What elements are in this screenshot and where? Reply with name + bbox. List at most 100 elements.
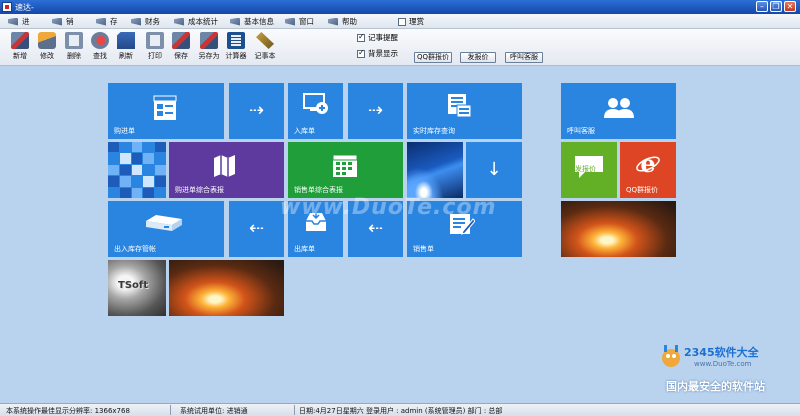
purchase-tile[interactable]: 购进单 [108, 83, 224, 139]
menu-purchase[interactable]: 进 [8, 16, 30, 27]
notepad-button[interactable]: 记事本 [251, 31, 279, 64]
new-button[interactable]: 新增 [6, 31, 34, 64]
toolbar: 新增 修改 删除 查找 刷新 打印 保存 另存为 计算器 记事本 记事提醒 背景… [0, 29, 800, 66]
send-quote-tile[interactable]: 发报价 [561, 142, 617, 198]
tile-label: 发报价 [575, 165, 596, 173]
tile-label: 出入库存管帐 [114, 245, 156, 253]
menu-stock[interactable]: 存 [96, 16, 118, 27]
menu-sales[interactable]: 销 [52, 16, 74, 27]
menu-arrow-icon [96, 17, 106, 26]
new-doc-icon [11, 32, 29, 49]
title-bar: 速达- – ❐ ✕ [0, 0, 800, 14]
arrow-down-icon: ↓ [486, 159, 502, 180]
menu-window[interactable]: 窗口 [285, 16, 314, 27]
background-checkbox[interactable]: 背景显示 [357, 48, 398, 59]
brand-url: www.DuoTe.com [694, 360, 752, 368]
send-quote-button[interactable]: 发报价 [460, 52, 496, 63]
arrow-left-icon: ⇠ [248, 218, 265, 239]
brand-watermark: 2345软件大全 www.DuoTe.com 国内最安全的软件站 [660, 340, 796, 400]
edit-pencil-icon [38, 32, 56, 49]
arrow-left-icon: ⇠ [367, 218, 384, 239]
tsoft-logo-text: TSoft [118, 280, 149, 291]
brand-slogan: 国内最安全的软件站 [666, 380, 765, 393]
save-icon [172, 32, 190, 49]
status-bar: 本系统操作最佳显示分辨率: 1366x768 系统试用单位: 进销通 日期:4月… [0, 403, 800, 416]
save-button[interactable]: 保存 [167, 31, 195, 64]
swirl-image-tile[interactable] [407, 142, 463, 198]
refresh-icon [117, 32, 135, 49]
minimize-button[interactable]: – [756, 1, 768, 12]
status-trial-unit: 系统试用单位: 进销通 [180, 407, 248, 415]
purchase-report-tile[interactable]: 购进单综合表报 [169, 142, 284, 198]
menu-help[interactable]: 帮助 [328, 16, 357, 27]
edit-button[interactable]: 修改 [33, 31, 61, 64]
svg-text:e: e [640, 150, 655, 176]
realtime-stock-tile[interactable]: 实时库存查询 [407, 83, 522, 139]
monitor-add-icon [303, 93, 328, 114]
print-button[interactable]: 打印 [141, 31, 169, 64]
inout-ledger-tile[interactable]: 出入库存管帐 [108, 201, 224, 257]
checkbox-box[interactable] [357, 32, 365, 42]
tile-label: 销售单 [413, 245, 434, 253]
calendar-icon [332, 154, 358, 177]
reminder-checkbox[interactable]: 记事提醒 [357, 32, 398, 43]
menu-arrow-icon [230, 17, 240, 26]
calculator-button[interactable]: 计算器 [222, 31, 250, 64]
call-service-button[interactable]: 呼叫客服 [505, 52, 543, 63]
save-as-icon [200, 32, 218, 49]
stock-list-icon [448, 94, 472, 118]
checkbox-box[interactable] [357, 48, 365, 58]
theme-checkbox[interactable]: 理赏 [398, 16, 424, 27]
qq-quote-tile[interactable]: e QQ群报价 [620, 142, 676, 198]
molten-steel-image-tile[interactable] [561, 201, 676, 257]
search-icon [91, 32, 109, 49]
tile-label: QQ群报价 [626, 186, 659, 194]
save-as-button[interactable]: 另存为 [195, 31, 223, 64]
menu-basic-info[interactable]: 基本信息 [230, 16, 274, 27]
mascot-icon [662, 345, 680, 367]
furnace-image-tile[interactable] [169, 260, 284, 316]
tile-label: 购进单综合表报 [175, 186, 224, 194]
status-divider [294, 405, 295, 415]
notepad-icon [256, 32, 274, 49]
refresh-button[interactable]: 刷新 [112, 31, 140, 64]
hard-drive-icon [146, 215, 182, 231]
checkbox-box[interactable] [398, 17, 406, 26]
status-divider [170, 405, 171, 415]
app-icon [2, 2, 12, 12]
tile-label: 呼叫客服 [567, 127, 595, 135]
call-service-tile[interactable]: 呼叫客服 [561, 83, 676, 139]
arrow-tile: ⇢ [348, 83, 403, 139]
internet-explorer-icon: e [636, 150, 660, 176]
menu-cost-stats[interactable]: 成本统计 [174, 16, 218, 27]
delete-button[interactable]: 删除 [60, 31, 88, 64]
window-title: 速达- [15, 3, 34, 12]
menu-finance[interactable]: 财务 [131, 16, 160, 27]
menu-arrow-icon [8, 17, 18, 26]
tile-label: 销售单综合表报 [294, 186, 343, 194]
window-form-icon [153, 95, 177, 120]
arrow-tile: ⇠ [229, 201, 284, 257]
inbound-tile[interactable]: 入库单 [288, 83, 343, 139]
menu-arrow-icon [174, 17, 184, 26]
menu-bar: 进 销 存 财务 成本统计 基本信息 窗口 帮助 理赏 [0, 14, 800, 29]
arrow-tile: ↓ [466, 142, 522, 198]
menu-arrow-icon [328, 17, 338, 26]
search-button[interactable]: 查找 [86, 31, 114, 64]
close-button[interactable]: ✕ [784, 1, 796, 12]
tile-label: 购进单 [114, 127, 135, 135]
sales-report-tile[interactable]: 销售单综合表报 [288, 142, 403, 198]
folded-map-icon [214, 155, 235, 177]
tsoft-logo-tile[interactable]: TSoft [108, 260, 166, 316]
qq-quote-button[interactable]: QQ群报价 [414, 52, 452, 63]
menu-arrow-icon [285, 17, 295, 26]
arrow-right-icon: ⇢ [248, 100, 265, 121]
restore-button[interactable]: ❐ [770, 1, 782, 12]
users-icon [604, 98, 634, 118]
delete-icon [65, 32, 83, 49]
mosaic-image-tile[interactable] [108, 142, 166, 198]
menu-arrow-icon [52, 17, 62, 26]
calculator-icon [227, 32, 245, 49]
status-date-user: 日期:4月27日星期六 登录用户 : admin (系统管理员) 部门 : 总部 [299, 407, 503, 415]
mosaic-pattern [108, 142, 166, 198]
